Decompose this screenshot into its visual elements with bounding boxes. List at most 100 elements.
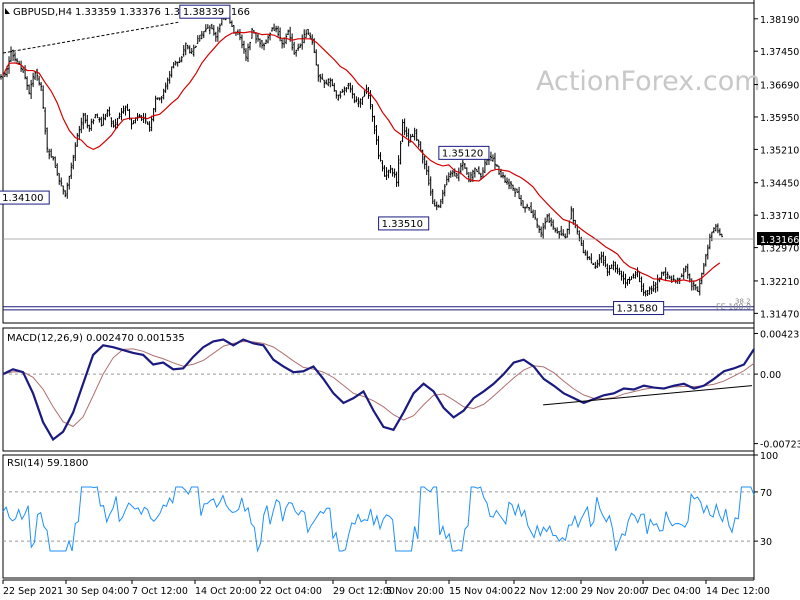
price-bar (110, 117, 113, 128)
price-bar (287, 29, 290, 36)
macd-tick-label: 0.004231 (760, 329, 800, 340)
price-bar (375, 124, 378, 145)
price-bar (271, 27, 274, 32)
price-bar (538, 225, 541, 233)
price-bar (506, 177, 509, 185)
price-bar (439, 199, 442, 209)
time-tick-label: 22 Nov 12:00 (514, 586, 578, 597)
price-bar (532, 209, 535, 218)
price-bar (417, 139, 420, 148)
price-bar (200, 30, 203, 40)
price-bar (706, 244, 709, 260)
price-bar (140, 115, 143, 122)
price-bar (455, 172, 458, 179)
price-bar (130, 117, 133, 130)
price-bar (385, 167, 388, 181)
price-bar (449, 170, 452, 178)
price-bar (433, 199, 436, 207)
price-bar (64, 190, 67, 198)
price-bar (194, 45, 197, 49)
price-bar (305, 29, 308, 39)
price-bar (508, 178, 511, 190)
panel-frame (2, 454, 755, 579)
time-tick-label: 29 Nov 20:00 (581, 586, 645, 597)
price-bar (174, 60, 177, 66)
price-bar (186, 44, 189, 50)
price-bar (291, 33, 294, 51)
price-bar (184, 42, 187, 56)
price-bar (242, 40, 245, 54)
price-bar (126, 103, 129, 111)
price-bar (544, 217, 547, 230)
price-bar (550, 217, 553, 227)
price-bar (554, 227, 557, 233)
price-bar (118, 112, 121, 119)
price-bar (164, 82, 167, 93)
price-bar (620, 270, 623, 281)
price-bar (355, 96, 358, 103)
price-bar (168, 70, 171, 84)
time-tick-label: 7 Oct 12:00 (132, 586, 188, 597)
price-bar (54, 156, 57, 169)
price-tick-label: 1.35950 (760, 113, 799, 124)
price-bar (467, 172, 470, 183)
price-bar (682, 267, 685, 280)
price-bar (250, 27, 253, 39)
price-bar (315, 49, 318, 66)
price-bar (218, 23, 221, 33)
price-bar (612, 260, 615, 271)
price-bar (600, 251, 603, 264)
symbol-label: GBPUSD,H4 (13, 7, 72, 18)
price-bar (337, 94, 340, 101)
price-bar (427, 165, 430, 186)
price-bar (335, 90, 338, 99)
price-bar (104, 113, 107, 121)
price-bar (656, 274, 659, 292)
price-bar (542, 222, 545, 239)
time-tick-label: 22 Sep 2021 (3, 586, 63, 597)
price-bar (365, 84, 368, 95)
price-bar (347, 82, 350, 90)
price-bar (616, 264, 619, 274)
price-bar (357, 97, 360, 108)
price-bar (614, 261, 617, 273)
price-bar (407, 128, 410, 147)
price-bar (148, 121, 151, 132)
price-bar (441, 189, 444, 205)
price-bar (588, 256, 591, 261)
price-bar (704, 254, 707, 267)
price-bar (339, 91, 342, 99)
price-annotation-label: 1.34100 (2, 193, 43, 204)
price-bar (475, 169, 478, 173)
price-bar (178, 57, 181, 63)
price-bar (534, 209, 537, 220)
price-bar (265, 39, 268, 45)
price-bar (50, 148, 53, 158)
price-bar (686, 263, 689, 279)
price-bar (393, 168, 396, 178)
price-bar (158, 97, 161, 101)
price-bar (640, 276, 643, 293)
price-bar (562, 229, 565, 237)
price-bar (190, 48, 193, 54)
price-bar (584, 249, 587, 256)
price-bar (329, 77, 332, 88)
price-bar (307, 29, 310, 35)
price-tick-label: 1.31470 (760, 309, 799, 320)
price-tick-label: 1.36690 (760, 81, 799, 92)
price-bar (255, 32, 258, 44)
price-tick-label: 1.34450 (760, 179, 799, 190)
price-bar (377, 135, 380, 160)
price-bar (198, 34, 201, 42)
price-bar (321, 73, 324, 80)
price-bar (520, 194, 523, 206)
price-bar (170, 66, 173, 78)
price-bar (465, 167, 468, 175)
price-bar (345, 87, 348, 93)
price-bar (160, 95, 163, 104)
price-bar (204, 24, 207, 33)
price-bar (570, 206, 573, 220)
price-bar (72, 154, 75, 170)
price-bar (341, 88, 344, 93)
price-bar (526, 203, 529, 209)
